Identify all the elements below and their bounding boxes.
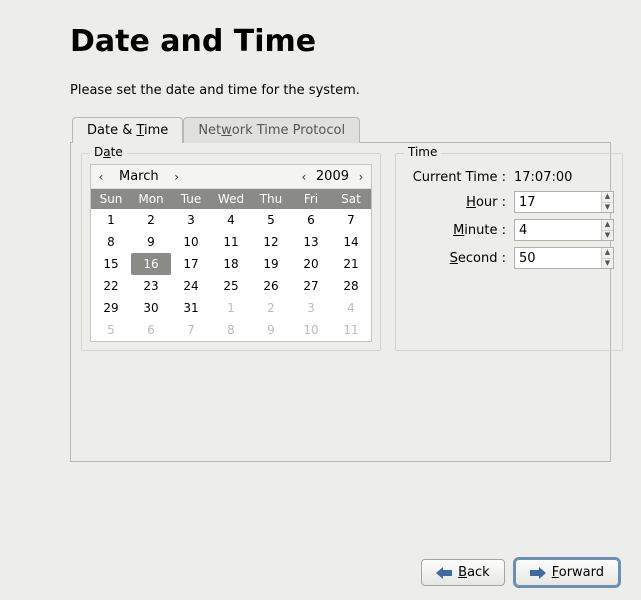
- arrow-left-icon: [436, 567, 452, 579]
- calendar-day[interactable]: 1: [91, 209, 131, 231]
- hour-spin[interactable]: ▲ ▼: [514, 191, 614, 213]
- calendar-day[interactable]: 22: [91, 275, 131, 297]
- calendar-day[interactable]: 2: [131, 209, 171, 231]
- calendar-day[interactable]: 19: [251, 253, 291, 275]
- hour-down-button[interactable]: ▼: [602, 203, 613, 213]
- calendar-day[interactable]: 31: [171, 297, 211, 319]
- year-prev-button[interactable]: ‹: [296, 170, 312, 184]
- minute-label: Minute :: [404, 223, 514, 238]
- calendar-day[interactable]: 9: [131, 231, 171, 253]
- calendar-day[interactable]: 11: [331, 319, 371, 341]
- calendar-day[interactable]: 27: [291, 275, 331, 297]
- arrow-right-icon: [530, 567, 546, 579]
- calendar-day[interactable]: 8: [211, 319, 251, 341]
- calendar-day[interactable]: 18: [211, 253, 251, 275]
- hour-input[interactable]: [515, 192, 601, 212]
- calendar-day-header: SunMonTueWedThuFriSat: [91, 189, 371, 209]
- calendar-day[interactable]: 4: [211, 209, 251, 231]
- minute-input[interactable]: [515, 220, 601, 240]
- day-header: Sat: [331, 189, 371, 209]
- minute-down-button[interactable]: ▼: [602, 231, 613, 241]
- calendar-day[interactable]: 6: [291, 209, 331, 231]
- calendar-day[interactable]: 21: [331, 253, 371, 275]
- notebook: Date ‹ March › ‹ 2009 › SunMonTueWedThuF…: [70, 142, 611, 462]
- day-header: Wed: [211, 189, 251, 209]
- calendar-grid: 1234567891011121314151617181920212223242…: [91, 209, 371, 341]
- second-input[interactable]: [515, 248, 601, 268]
- calendar-day[interactable]: 7: [171, 319, 211, 341]
- calendar-day[interactable]: 11: [211, 231, 251, 253]
- button-bar: Back Forward: [421, 559, 619, 586]
- hour-up-button[interactable]: ▲: [602, 192, 613, 203]
- calendar-day[interactable]: 29: [91, 297, 131, 319]
- calendar-day[interactable]: 14: [331, 231, 371, 253]
- calendar-day[interactable]: 26: [251, 275, 291, 297]
- calendar-day[interactable]: 16: [131, 253, 171, 275]
- instruction-text: Please set the date and time for the sys…: [70, 83, 611, 98]
- calendar-day[interactable]: 8: [91, 231, 131, 253]
- calendar-day[interactable]: 20: [291, 253, 331, 275]
- second-down-button[interactable]: ▼: [602, 259, 613, 269]
- year-next-button[interactable]: ›: [353, 170, 369, 184]
- calendar-day[interactable]: 12: [251, 231, 291, 253]
- forward-button[interactable]: Forward: [515, 559, 619, 586]
- calendar-day[interactable]: 6: [131, 319, 171, 341]
- calendar-day[interactable]: 15: [91, 253, 131, 275]
- second-label: Second :: [404, 251, 514, 266]
- second-up-button[interactable]: ▲: [602, 248, 613, 259]
- calendar-day[interactable]: 24: [171, 275, 211, 297]
- day-header: Mon: [131, 189, 171, 209]
- back-button[interactable]: Back: [421, 559, 505, 586]
- calendar-day[interactable]: 3: [171, 209, 211, 231]
- calendar-day[interactable]: 4: [331, 297, 371, 319]
- day-header: Tue: [171, 189, 211, 209]
- calendar-day[interactable]: 5: [91, 319, 131, 341]
- time-group: Time Current Time : 17:07:00 Hour : ▲ ▼: [395, 153, 623, 351]
- calendar-day[interactable]: 30: [131, 297, 171, 319]
- month-next-button[interactable]: ›: [169, 170, 185, 184]
- calendar: ‹ March › ‹ 2009 › SunMonTueWedThuFriSat…: [90, 164, 372, 342]
- current-time-value: 17:07:00: [514, 170, 572, 185]
- hour-label: Hour :: [404, 195, 514, 210]
- month-prev-button[interactable]: ‹: [93, 170, 109, 184]
- current-time-label: Current Time :: [404, 170, 514, 185]
- second-spin[interactable]: ▲ ▼: [514, 247, 614, 269]
- calendar-day[interactable]: 10: [171, 231, 211, 253]
- calendar-day[interactable]: 7: [331, 209, 371, 231]
- month-label[interactable]: March: [109, 169, 169, 184]
- calendar-day[interactable]: 10: [291, 319, 331, 341]
- calendar-day[interactable]: 17: [171, 253, 211, 275]
- tab-date-time[interactable]: Date & Time: [72, 117, 183, 143]
- calendar-day[interactable]: 25: [211, 275, 251, 297]
- calendar-day[interactable]: 13: [291, 231, 331, 253]
- tab-ntp[interactable]: Network Time Protocol: [183, 117, 360, 143]
- year-label[interactable]: 2009: [312, 169, 353, 184]
- calendar-day[interactable]: 2: [251, 297, 291, 319]
- day-header: Sun: [91, 189, 131, 209]
- day-header: Fri: [291, 189, 331, 209]
- date-group: Date ‹ March › ‹ 2009 › SunMonTueWedThuF…: [81, 153, 381, 351]
- calendar-day[interactable]: 1: [211, 297, 251, 319]
- minute-spin[interactable]: ▲ ▼: [514, 219, 614, 241]
- calendar-day[interactable]: 5: [251, 209, 291, 231]
- calendar-day[interactable]: 3: [291, 297, 331, 319]
- tab-bar: Date & Time Network Time Protocol: [72, 117, 611, 143]
- day-header: Thu: [251, 189, 291, 209]
- date-group-label: Date: [90, 145, 127, 159]
- time-group-label: Time: [404, 145, 441, 159]
- calendar-day[interactable]: 9: [251, 319, 291, 341]
- minute-up-button[interactable]: ▲: [602, 220, 613, 231]
- calendar-day[interactable]: 28: [331, 275, 371, 297]
- page-title: Date and Time: [70, 24, 611, 59]
- calendar-day[interactable]: 23: [131, 275, 171, 297]
